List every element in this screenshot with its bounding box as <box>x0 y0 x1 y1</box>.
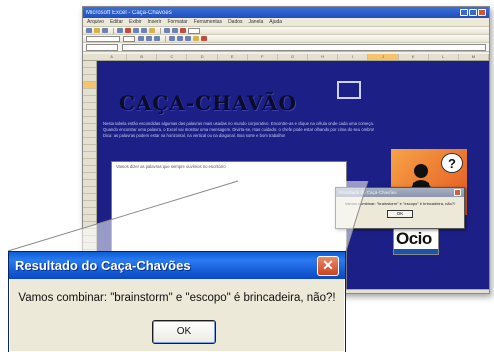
dialog-titlebar: Resultado do Caça-Chavões ✕ <box>9 252 345 279</box>
close-icon[interactable]: ✕ <box>317 255 339 276</box>
dialog-message: Vamos combinar: "brainstorm" e "escopo" … <box>18 292 336 304</box>
dialog-title: Resultado do Caça-Chavões <box>15 258 191 273</box>
zoom-callout-shade <box>8 181 368 251</box>
ok-button[interactable]: OK <box>152 320 216 344</box>
message-dialog: Resultado do Caça-Chavões ✕ Vamos combin… <box>8 251 346 352</box>
screenshot-stage: Microsoft Excel - Caça-Chavões Arquivo E… <box>0 0 494 352</box>
